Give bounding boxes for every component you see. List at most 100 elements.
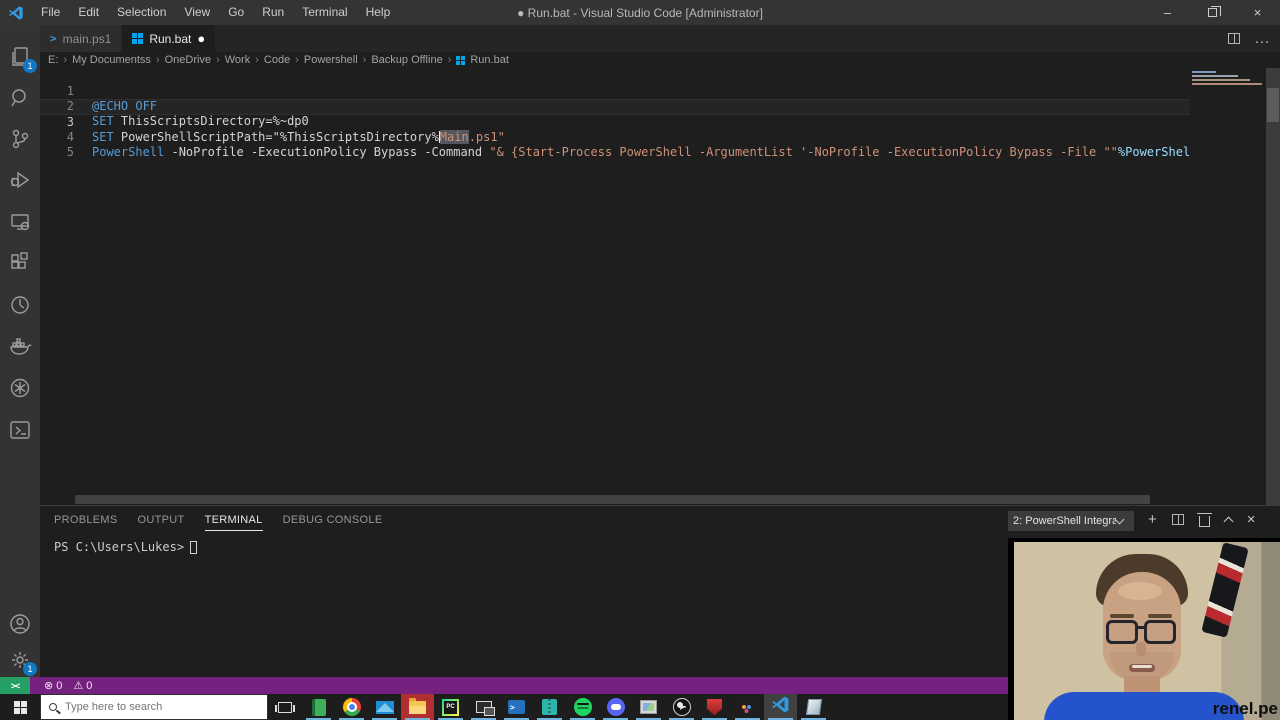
restore-button[interactable] <box>1190 0 1235 25</box>
taskbar-resolve[interactable] <box>731 694 764 720</box>
tab-label: Run.bat <box>149 32 191 46</box>
taskbar-spotify[interactable] <box>566 694 599 720</box>
breadcrumb-item[interactable]: Backup Offline <box>371 54 442 66</box>
powershell-extension-icon[interactable] <box>8 418 32 442</box>
taskbar-pycharm[interactable]: PC <box>434 694 467 720</box>
taskbar-mail[interactable] <box>368 694 401 720</box>
history-icon[interactable] <box>8 293 32 317</box>
zip-app-icon <box>542 699 557 715</box>
tab-terminal[interactable]: TERMINAL <box>205 514 263 531</box>
terminal-selector-dropdown[interactable]: 2: PowerShell Integrated <box>1008 511 1134 531</box>
taskbar-obs[interactable] <box>665 694 698 720</box>
menu-file[interactable]: File <box>32 0 69 25</box>
tab-debug-console[interactable]: DEBUG CONSOLE <box>283 514 383 531</box>
close-button[interactable]: × <box>1235 0 1280 25</box>
tab-run-bat[interactable]: Run.bat ● <box>122 25 215 52</box>
unsaved-dot-icon[interactable]: ● <box>197 32 205 45</box>
breadcrumb-item[interactable]: OneDrive <box>165 54 211 66</box>
menu-edit[interactable]: Edit <box>69 0 108 25</box>
terminal-cursor <box>190 541 197 554</box>
vertical-scrollbar-thumb[interactable] <box>1267 88 1279 122</box>
docker-icon[interactable] <box>8 334 32 358</box>
error-icon: ⊗ <box>44 679 53 692</box>
chrome-icon <box>343 698 361 716</box>
taskbar-notepad[interactable] <box>797 694 830 720</box>
breadcrumb-item[interactable]: Work <box>225 54 250 66</box>
menu-help[interactable]: Help <box>357 0 400 25</box>
kubernetes-icon[interactable] <box>8 376 32 400</box>
menu-go[interactable]: Go <box>219 0 253 25</box>
vscode-icon <box>771 695 790 719</box>
breadcrumb-item[interactable]: My Documentss <box>72 54 151 66</box>
split-editor-icon[interactable] <box>1228 33 1240 44</box>
glasses-bridge <box>1136 626 1146 629</box>
breadcrumb-item[interactable]: Powershell <box>304 54 358 66</box>
taskbar-notes-app[interactable] <box>302 694 335 720</box>
task-view-button[interactable] <box>268 694 302 720</box>
code-line-2: 2 SET ThisScriptsDirectory=%~dp0 <box>40 84 1190 99</box>
breadcrumb-item[interactable]: Code <box>264 54 290 66</box>
extensions-icon[interactable] <box>8 251 32 275</box>
remote-explorer-icon[interactable] <box>8 210 32 234</box>
vertical-scrollbar[interactable] <box>1266 68 1280 505</box>
taskbar-chrome[interactable] <box>335 694 368 720</box>
terminal-content[interactable]: PS C:\Users\Lukes> <box>54 540 197 554</box>
taskbar-zip-app[interactable] <box>533 694 566 720</box>
window-controls: – × <box>1145 0 1280 25</box>
warning-count: 0 <box>86 680 92 692</box>
run-debug-icon[interactable] <box>8 168 32 192</box>
activity-bar: 1 1 <box>0 25 40 677</box>
chevron-down-icon <box>1115 515 1125 525</box>
watermark-text: renel.pe <box>1213 699 1278 719</box>
problems-status[interactable]: ⊗ 0 ⚠ 0 <box>44 679 92 692</box>
restore-icon <box>1208 8 1217 17</box>
taskbar-vscode[interactable] <box>764 694 797 720</box>
breadcrumb-separator: › <box>216 54 220 66</box>
tab-output[interactable]: OUTPUT <box>138 514 185 531</box>
source-control-icon[interactable] <box>8 127 32 151</box>
taskbar-discord[interactable] <box>599 694 632 720</box>
taskbar-remote-desktop[interactable] <box>467 694 500 720</box>
kill-terminal-icon[interactable] <box>1199 516 1210 527</box>
line-number: 5 <box>40 145 74 160</box>
spotify-icon <box>574 698 592 716</box>
search-icon[interactable] <box>8 86 32 110</box>
explorer-icon[interactable]: 1 <box>8 45 32 69</box>
minimize-button[interactable]: – <box>1145 0 1190 25</box>
obs-icon <box>673 698 691 716</box>
start-button[interactable] <box>0 694 40 720</box>
taskbar-file-explorer[interactable] <box>401 694 434 720</box>
minimap[interactable] <box>1190 68 1266 505</box>
menu-view[interactable]: View <box>175 0 219 25</box>
new-terminal-button[interactable]: + <box>1148 511 1157 528</box>
tab-main-ps1[interactable]: > main.ps1 <box>40 25 122 52</box>
taskbar-shield-app[interactable] <box>698 694 731 720</box>
split-terminal-icon[interactable] <box>1172 514 1184 525</box>
remote-indicator[interactable]: >< <box>0 677 30 694</box>
menu-selection[interactable]: Selection <box>108 0 175 25</box>
red-shield-app-icon <box>707 699 722 716</box>
breadcrumb-item-file[interactable]: Run.bat <box>470 54 509 66</box>
code-line-5: 5 <box>40 130 1190 145</box>
settings-gear-icon[interactable]: 1 <box>8 648 32 672</box>
tab-problems[interactable]: PROBLEMS <box>54 514 118 531</box>
taskbar-photos-app[interactable] <box>632 694 665 720</box>
close-panel-button[interactable]: × <box>1247 511 1256 528</box>
windows-logo-icon <box>14 701 27 714</box>
taskbar-powershell[interactable]: > <box>500 694 533 720</box>
menu-run[interactable]: Run <box>253 0 293 25</box>
bat-file-icon <box>456 56 465 65</box>
breadcrumb-item[interactable]: E: <box>48 54 58 66</box>
task-view-icon <box>278 702 292 713</box>
taskbar-search[interactable] <box>40 694 268 720</box>
glasses-right-lens <box>1144 620 1176 644</box>
breadcrumb-separator: › <box>448 54 452 66</box>
horizontal-scrollbar-thumb[interactable] <box>75 495 1150 504</box>
menu-terminal[interactable]: Terminal <box>293 0 356 25</box>
breadcrumb-separator: › <box>63 54 67 66</box>
search-input[interactable] <box>65 701 245 713</box>
maximize-panel-icon[interactable] <box>1223 517 1233 527</box>
account-icon[interactable] <box>8 612 32 636</box>
more-actions-icon[interactable]: … <box>1254 30 1270 48</box>
code-editor[interactable]: 1 @ECHO OFF 2 SET ThisScriptsDirectory=%… <box>40 68 1280 505</box>
